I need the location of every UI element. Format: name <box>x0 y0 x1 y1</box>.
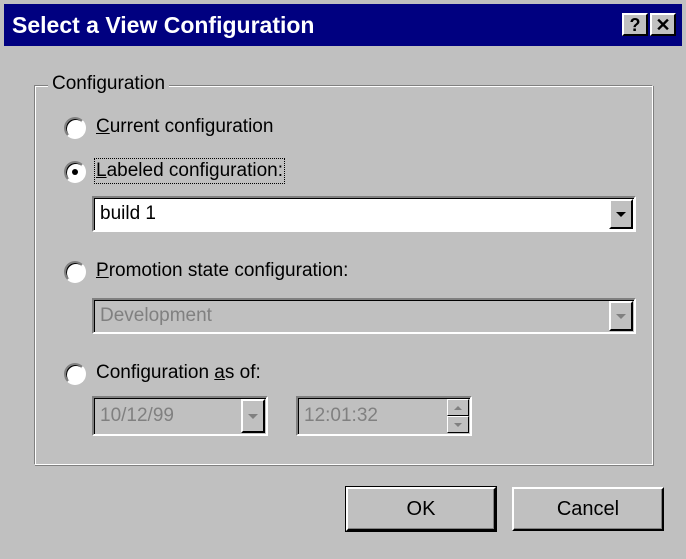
help-icon: ? <box>629 14 641 35</box>
chevron-down-icon <box>248 413 258 419</box>
label-select-value: build 1 <box>100 203 156 224</box>
promotion-state-configuration-label[interactable]: Promotion state configuration: <box>96 260 348 282</box>
label-select[interactable]: build 1 <box>92 196 636 232</box>
radio-promotion-state-configuration[interactable] <box>64 261 86 283</box>
as-of-date-value: 10/12/99 <box>100 405 174 426</box>
promotion-state-select[interactable]: Development <box>92 298 636 334</box>
chevron-down-icon <box>616 313 626 319</box>
title-bar[interactable]: Select a View Configuration ? ✕ <box>4 4 682 46</box>
current-configuration-label[interactable]: Current configuration <box>96 116 273 138</box>
configuration-group-label: Configuration <box>48 73 170 95</box>
spin-up-button[interactable] <box>447 399 469 416</box>
as-of-time-value: 12:01:32 <box>304 405 378 426</box>
labeled-configuration-label[interactable]: Labeled configuration: <box>94 158 285 184</box>
window-title: Select a View Configuration <box>12 12 315 38</box>
spin-up-icon <box>454 405 462 410</box>
promotion-state-select-value: Development <box>100 305 212 326</box>
label-select-dropdown-button[interactable] <box>609 199 633 229</box>
cancel-button[interactable]: Cancel <box>512 487 664 531</box>
as-of-time-spinner <box>447 399 469 433</box>
radio-labeled-configuration[interactable] <box>64 161 86 183</box>
as-of-date-field[interactable]: 10/12/99 <box>92 396 268 436</box>
radio-selected-dot <box>72 169 78 175</box>
promotion-state-dropdown-button[interactable] <box>609 301 633 331</box>
close-icon: ✕ <box>655 14 671 35</box>
as-of-time-field[interactable]: 12:01:32 <box>296 396 472 436</box>
close-button[interactable]: ✕ <box>650 13 676 36</box>
ok-button[interactable]: OK <box>345 486 497 532</box>
as-of-date-dropdown-button[interactable] <box>241 399 265 433</box>
view-configuration-dialog: Select a View Configuration ? ✕ Configur… <box>0 0 686 559</box>
spin-down-icon <box>454 422 462 427</box>
radio-current-configuration[interactable] <box>64 117 86 139</box>
spin-down-button[interactable] <box>447 416 469 433</box>
configuration-as-of-label[interactable]: Configuration as of: <box>96 362 261 384</box>
chevron-down-icon <box>616 211 626 217</box>
radio-configuration-as-of[interactable] <box>64 363 86 385</box>
help-button[interactable]: ? <box>622 13 648 36</box>
